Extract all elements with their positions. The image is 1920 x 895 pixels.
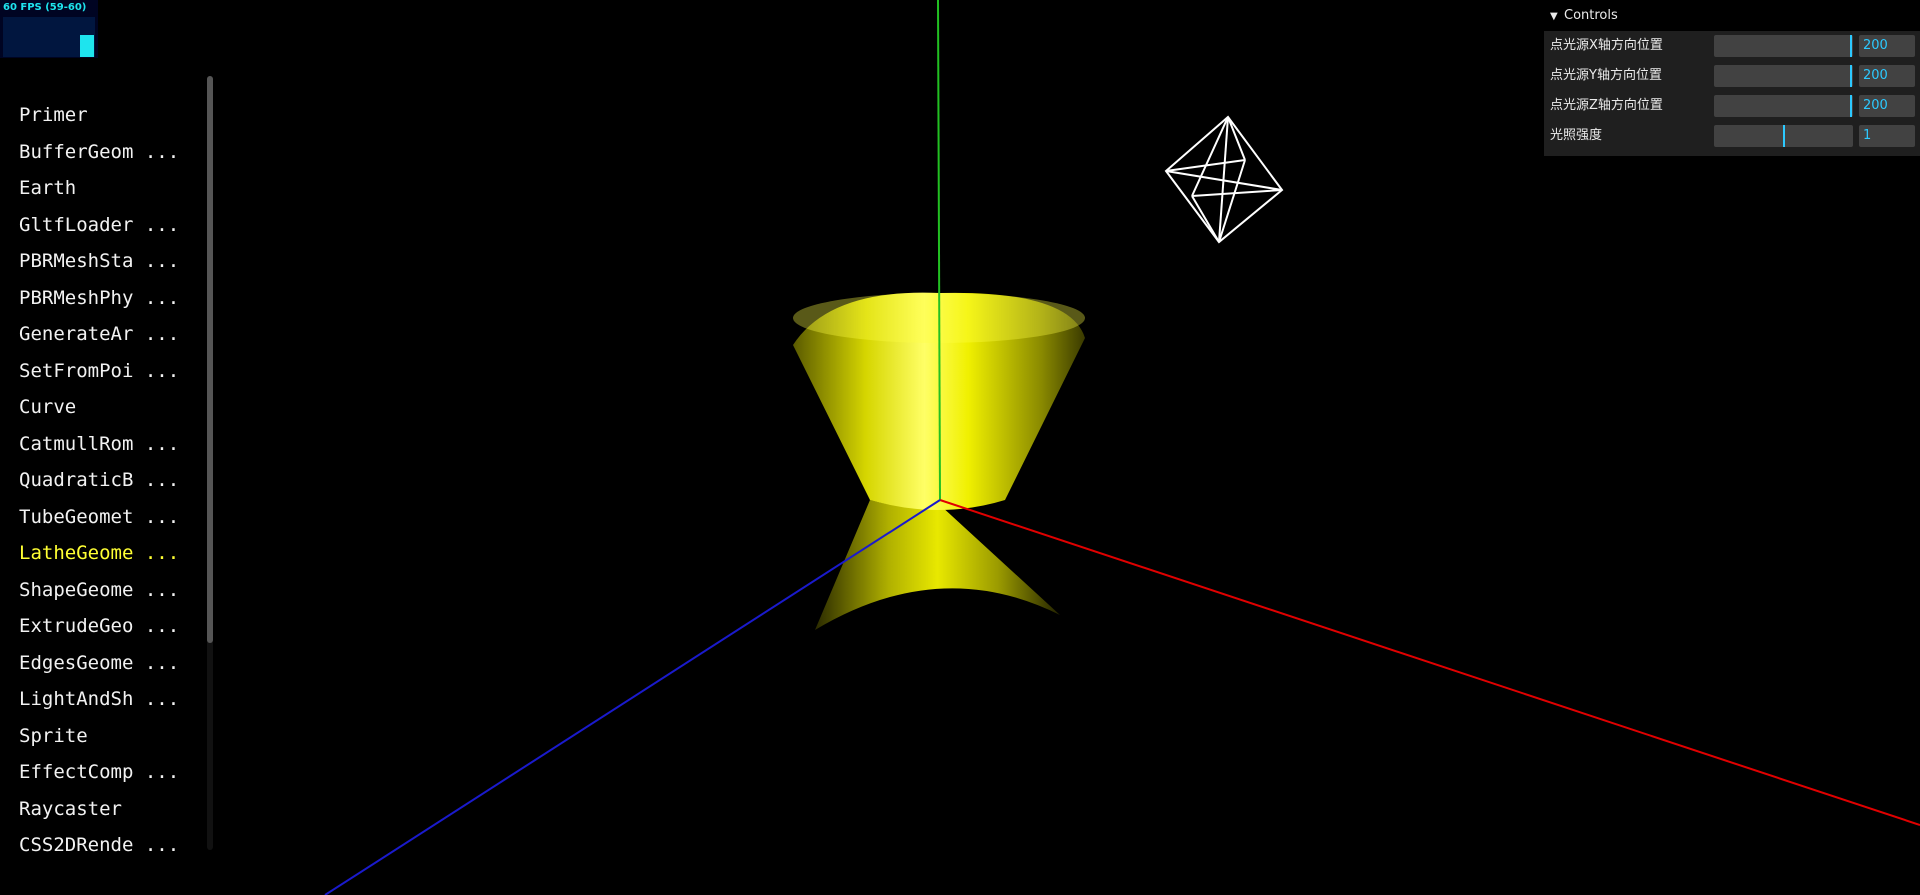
control-slider[interactable] [1714, 35, 1853, 57]
sidebar-item[interactable]: CSS2DRende ... [19, 827, 179, 864]
control-row: 光照强度 1 [1544, 121, 1920, 151]
sidebar-item[interactable]: PBRMeshSta ... [19, 243, 179, 280]
sidebar-item[interactable]: EdgesGeome ... [19, 645, 179, 682]
sidebar-item[interactable]: CatmullRom ... [19, 426, 179, 463]
sidebar-item[interactable]: SetFromPoi ... [19, 353, 179, 390]
control-label: 点光源Z轴方向位置 [1550, 98, 1663, 113]
slider-handle[interactable] [1850, 65, 1852, 87]
control-value-input[interactable]: 200 [1859, 35, 1915, 57]
control-row: 点光源X轴方向位置 200 [1544, 31, 1920, 61]
controls-panel: ▼ Controls 点光源X轴方向位置 200 点光源Y轴方向位置 200 点光源Z轴方… [1544, 0, 1920, 156]
sidebar-item[interactable]: TubeGeomet ... [19, 499, 179, 536]
sidebar-scroll-thumb[interactable] [207, 76, 213, 643]
sidebar-scrollbar[interactable] [207, 76, 213, 850]
examples-nav-list: Primer BufferGeom ... Earth GltfLoader ... P… [19, 97, 179, 864]
control-row: 点光源Z轴方向位置 200 [1544, 91, 1920, 121]
control-row: 点光源Y轴方向位置 200 [1544, 61, 1920, 91]
control-slider[interactable] [1714, 95, 1853, 117]
sidebar-item[interactable]: ShapeGeome ... [19, 572, 179, 609]
sidebar-item[interactable]: Raycaster [19, 791, 179, 828]
fps-label: 60 FPS (59-60) [3, 2, 87, 13]
fps-graph [3, 17, 95, 57]
control-value-input[interactable]: 200 [1859, 65, 1915, 87]
chevron-down-icon: ▼ [1550, 11, 1558, 22]
lathe-mesh-lower [815, 500, 1060, 630]
control-label: 光照强度 [1550, 128, 1603, 143]
z-axis-line [324, 499, 941, 895]
slider-handle[interactable] [1850, 35, 1852, 57]
sidebar-item[interactable]: Sprite [19, 718, 179, 755]
controls-rows: 点光源X轴方向位置 200 点光源Y轴方向位置 200 点光源Z轴方向位置 200 光照强度… [1544, 31, 1920, 151]
control-value-input[interactable]: 1 [1859, 125, 1915, 147]
control-label: 点光源X轴方向位置 [1550, 38, 1663, 53]
control-slider[interactable] [1714, 125, 1853, 147]
fps-stats-panel[interactable]: 60 FPS (59-60) [0, 0, 98, 58]
slider-handle[interactable] [1783, 125, 1785, 147]
sidebar-item[interactable]: GenerateAr ... [19, 316, 179, 353]
control-value-input[interactable]: 200 [1859, 95, 1915, 117]
sidebar-item[interactable]: LatheGeome ... [19, 535, 179, 572]
sidebar-item[interactable]: LightAndSh ... [19, 681, 179, 718]
webgl-canvas[interactable]: 60 FPS (59-60) Primer BufferGeom ... Earth… [0, 0, 1920, 895]
sidebar-item[interactable]: BufferGeom ... [19, 134, 179, 171]
controls-title: Controls [1564, 8, 1618, 23]
sidebar-item[interactable]: EffectComp ... [19, 754, 179, 791]
sidebar-item[interactable]: ExtrudeGeo ... [19, 608, 179, 645]
sidebar-item[interactable]: Earth [19, 170, 179, 207]
sidebar-item[interactable]: QuadraticB ... [19, 462, 179, 499]
control-label: 点光源Y轴方向位置 [1550, 68, 1662, 83]
controls-title-bar[interactable]: ▼ Controls [1544, 0, 1920, 31]
sidebar-item[interactable]: GltfLoader ... [19, 207, 179, 244]
sidebar-item[interactable]: PBRMeshPhy ... [19, 280, 179, 317]
control-slider[interactable] [1714, 65, 1853, 87]
sidebar-item[interactable]: Curve [19, 389, 179, 426]
sidebar-item[interactable]: Primer [19, 97, 179, 134]
fps-graph-bar [80, 35, 94, 57]
x-axis-line [939, 499, 1920, 826]
point-light-helper [1164, 115, 1284, 244]
examples-sidebar: Primer BufferGeom ... Earth GltfLoader ... P… [0, 72, 218, 856]
slider-handle[interactable] [1850, 95, 1852, 117]
